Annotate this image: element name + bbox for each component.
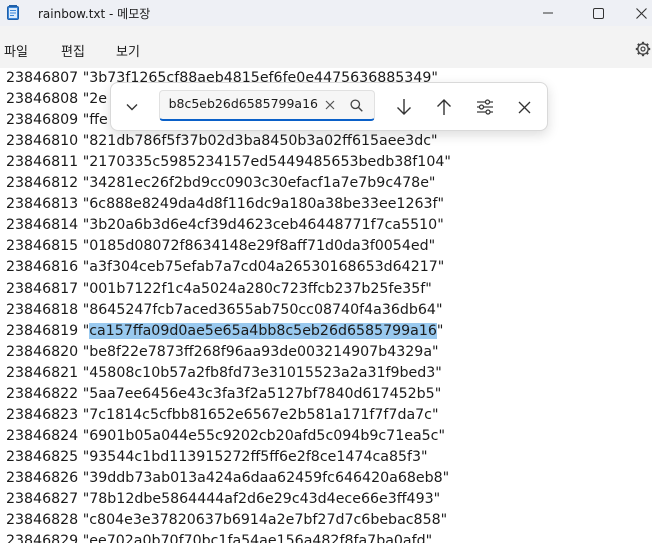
gear-icon[interactable] — [635, 41, 651, 57]
close-icon — [635, 7, 647, 19]
text-line[interactable]: 23846814 "3b20a6b3d6e4cf39d4623ceb464487… — [6, 215, 444, 236]
close-find-button[interactable] — [512, 95, 536, 119]
text-line[interactable]: 23846815 "0185d08072f8634148e29f8aff71d0… — [6, 236, 435, 257]
menu-bar: 파일 편집 보기 — [0, 26, 652, 68]
text-line[interactable]: 23846817 "001b7122f1c4a5024a280c723ffcb2… — [6, 279, 432, 300]
text-line[interactable]: 23846809 "ffe — [6, 110, 108, 131]
find-input[interactable]: ca157ffa09d0ae5e65a4bb8c5eb26d6585799a16 — [168, 96, 318, 116]
title-bar[interactable]: rainbow.txt - 메모장 — [0, 0, 652, 26]
minimize-icon — [543, 12, 553, 14]
line-prefix: 23846819 " — [6, 322, 90, 339]
text-line[interactable]: 23846826 "39ddb73ab013a424a6daa62459fc64… — [6, 468, 449, 489]
arrow-down-icon — [397, 99, 411, 115]
close-button[interactable] — [618, 0, 652, 26]
text-line[interactable]: 23846824 "6901b05a044e55c9202cb20afd5c09… — [6, 426, 445, 447]
text-line[interactable]: 23846829 "ee702a0b70f70bc1fa54ae156a482f… — [6, 531, 432, 543]
text-line[interactable]: 23846819 "ca157ffa09d0ae5e65a4bb8c5eb26d… — [6, 321, 443, 342]
text-line[interactable]: 23846823 "7c1814c5cfbb81652e6567e2b581a1… — [6, 405, 439, 426]
search-match-highlight: ca157ffa09d0ae5e65a4bb8c5eb26d6585799a16 — [89, 322, 437, 339]
text-line[interactable]: 23846827 "78b12dbe5864444af2d6e29c43d4ec… — [6, 489, 440, 510]
menu-view[interactable]: 보기 — [116, 41, 140, 60]
chevron-down-icon — [126, 104, 138, 111]
find-field[interactable]: ca157ffa09d0ae5e65a4bb8c5eb26d6585799a16 — [159, 90, 375, 121]
clear-icon — [325, 100, 335, 110]
clear-button[interactable] — [322, 97, 338, 113]
maximize-icon — [592, 7, 604, 19]
text-line[interactable]: 23846828 "c804e3e37820637b6914a2e7bf27d7… — [6, 510, 447, 531]
collapse-replace-button[interactable] — [120, 95, 144, 119]
maximize-button[interactable] — [575, 0, 621, 26]
window-title: rainbow.txt - 메모장 — [38, 7, 151, 21]
text-line[interactable]: 23846822 "5aa7ee6456e43c3fa3f2a5127bf784… — [6, 384, 441, 405]
filter-options-icon — [477, 99, 493, 115]
search-button[interactable] — [348, 97, 364, 113]
find-next-button[interactable] — [392, 95, 416, 119]
minimize-button[interactable] — [525, 0, 571, 26]
text-line[interactable]: 23846812 "34281ec26f2bd9cc0903c30efacf1a… — [6, 173, 435, 194]
search-icon — [349, 98, 363, 112]
text-editor[interactable]: 23846807 "3b73f1265cf88aeb4815ef6fe0e447… — [0, 68, 652, 543]
text-line[interactable]: 23846810 "821db786f5f37b02d3ba8450b3a02f… — [6, 131, 438, 152]
close-icon — [518, 101, 530, 113]
text-line[interactable]: 23846825 "93544c1bd113915272ff5ff6e2f8ce… — [6, 447, 428, 468]
text-line[interactable]: 23846808 "2e — [6, 89, 107, 110]
notepad-icon — [7, 5, 19, 20]
find-previous-button[interactable] — [432, 95, 456, 119]
text-line[interactable]: 23846813 "6c888e8249da4d8f116dc9a180a38b… — [6, 194, 444, 215]
menu-edit[interactable]: 편집 — [61, 41, 85, 60]
find-bar: ca157ffa09d0ae5e65a4bb8c5eb26d6585799a16 — [110, 82, 548, 131]
line-suffix: " — [436, 322, 444, 339]
text-line[interactable]: 23846820 "be8f22e7873ff268f96aa93de00321… — [6, 342, 439, 363]
search-options-button[interactable] — [473, 95, 497, 119]
text-line[interactable]: 23846816 "a3f304ceb75efab7a7cd04a2653016… — [6, 257, 444, 278]
menu-file[interactable]: 파일 — [4, 41, 28, 60]
arrow-up-icon — [437, 99, 451, 115]
text-line[interactable]: 23846811 "2170335c5985234157ed5449485653… — [6, 152, 451, 173]
text-line[interactable]: 23846818 "8645247fcb7aced3655ab750cc0874… — [6, 300, 442, 321]
text-line[interactable]: 23846821 "45808c10b57a2fb8fd73e31015523a… — [6, 363, 442, 384]
